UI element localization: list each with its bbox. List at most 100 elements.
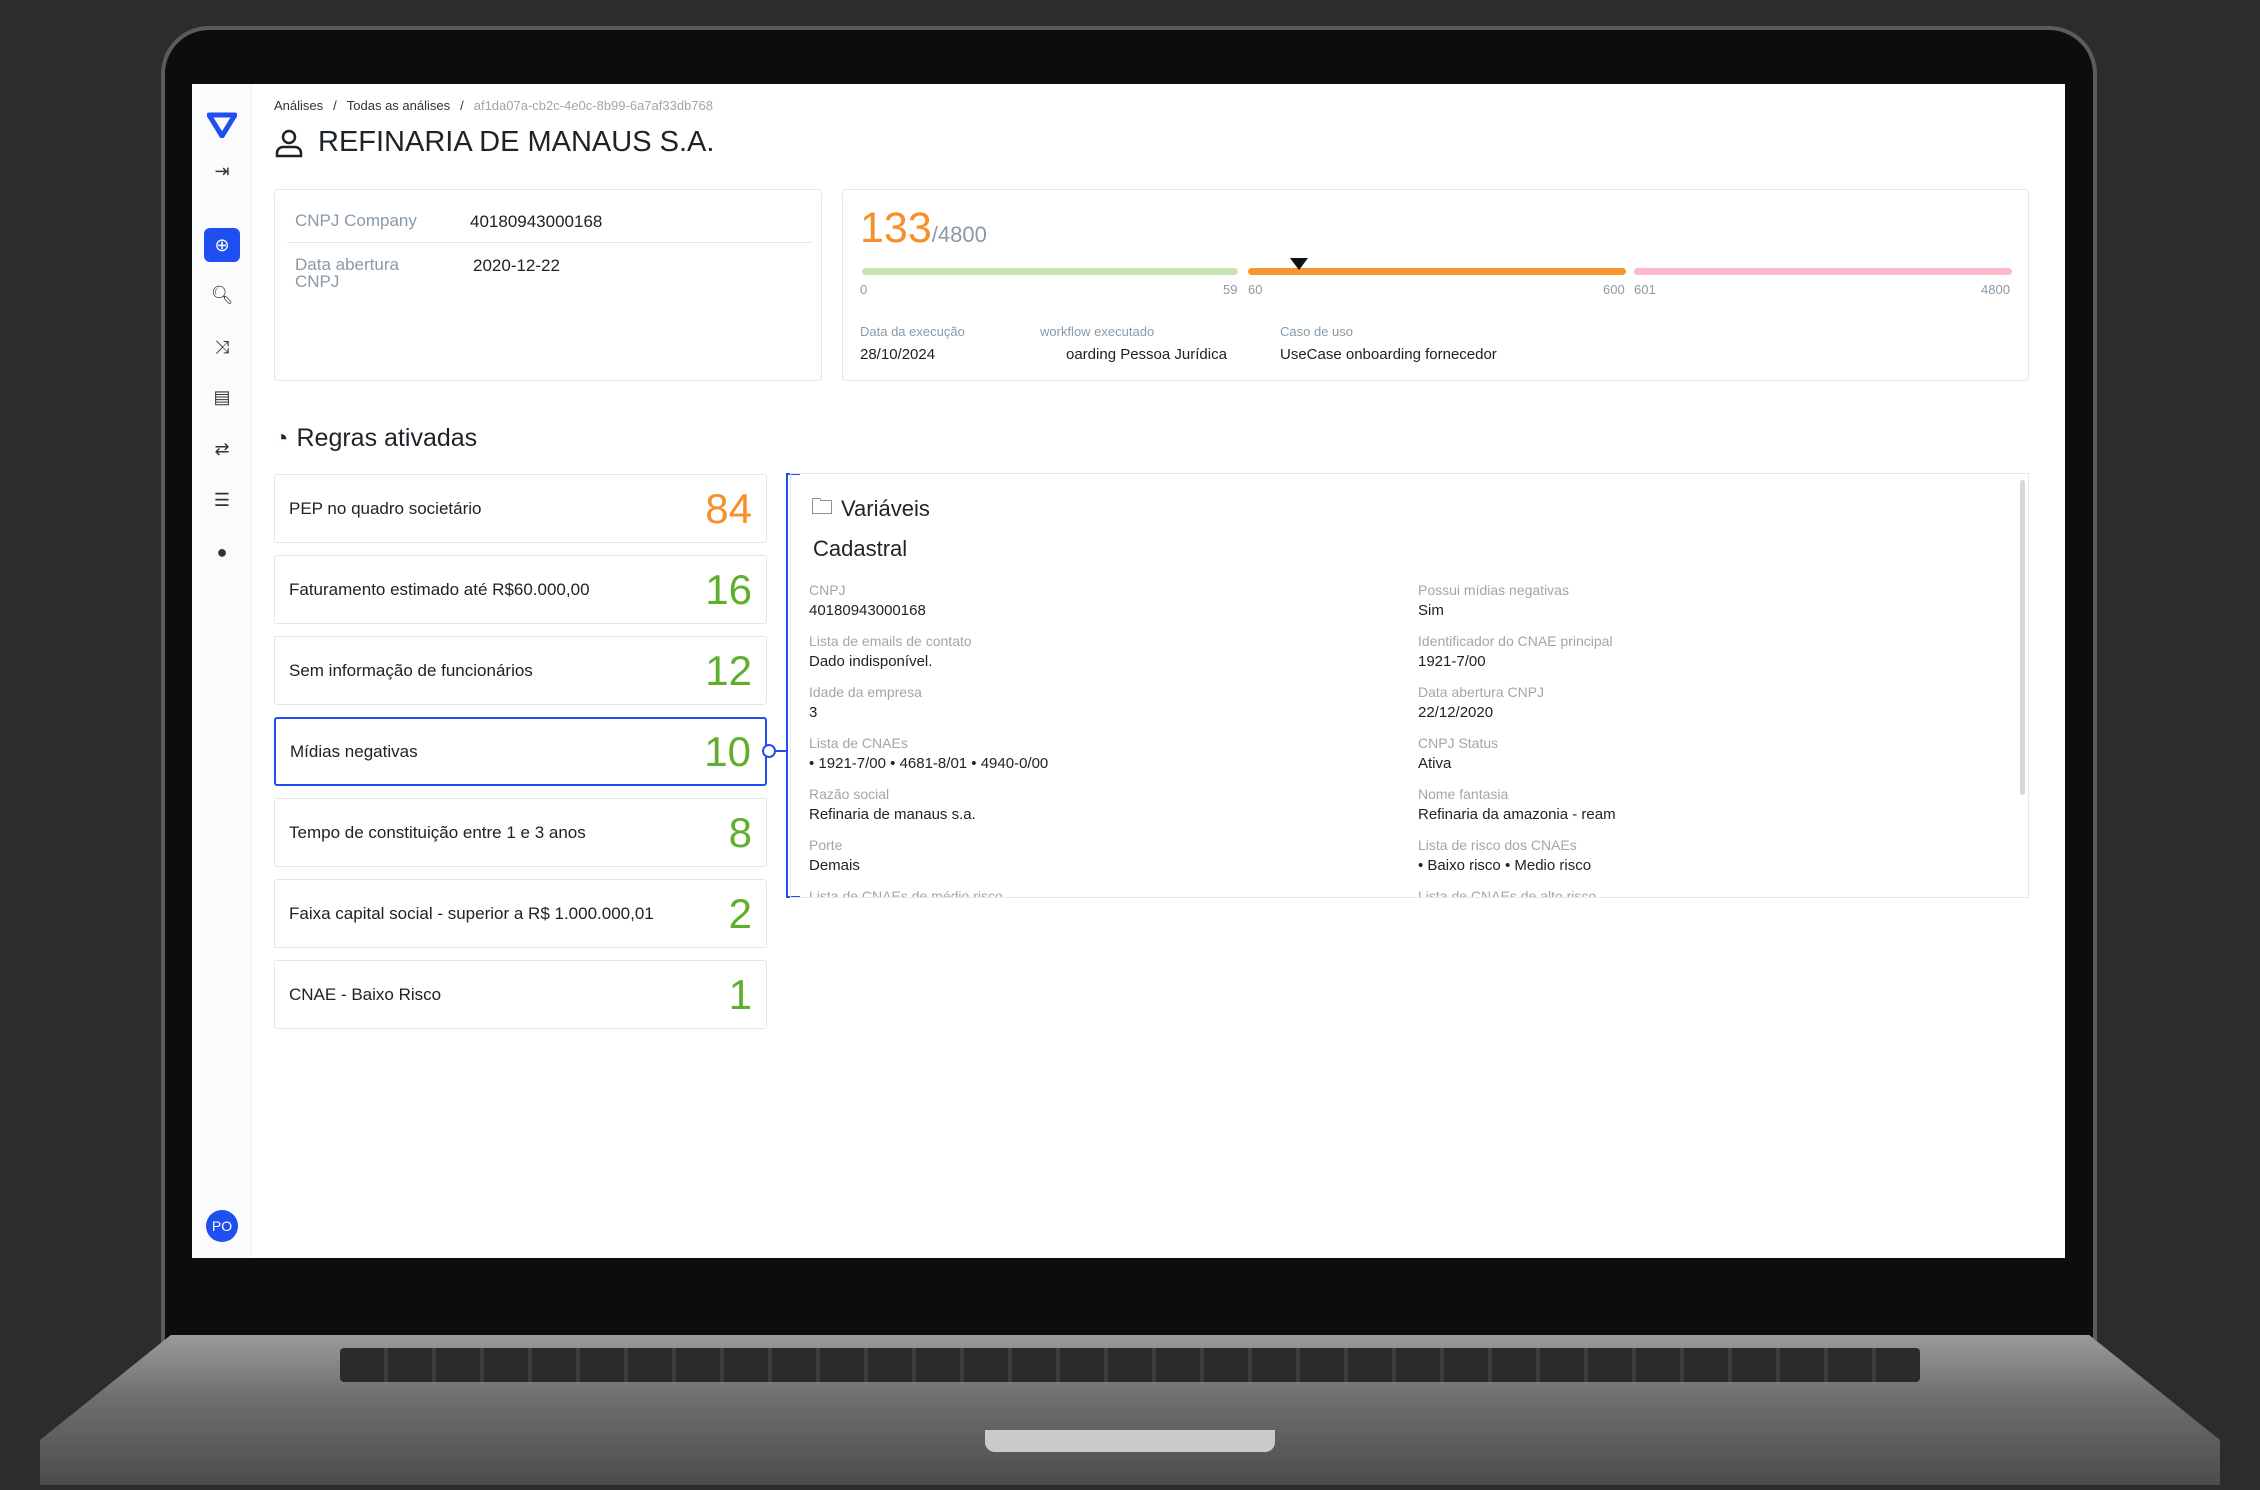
rule-label: Sem informação de funcionários [289,660,533,680]
variable-label: Identificador do CNAE principal [1418,633,1613,649]
variable-value: • Baixo risco • Medio risco [1418,857,1592,874]
settings-icon[interactable]: ● [204,535,240,569]
variable-label: Lista de CNAEs de alto risco [1418,888,1597,898]
connector-line [775,750,787,752]
meta-value: 28/10/2024 [860,346,936,363]
range-bar-high [1634,268,2012,275]
variable-value: Dado indisponível. [809,653,933,670]
shuffle-icon[interactable]: ⤨ [204,330,240,364]
breadcrumb: Análises / Todas as análises / af1da07a-cb… [274,98,713,113]
meta-label: Data da execução [860,324,965,339]
rule-item[interactable]: Faixa capital social - superior a R$ 1.0… [274,879,767,948]
rule-label: Tempo de constituição entre 1 e 3 anos [289,822,586,842]
rule-item[interactable]: Mídias negativas 10 [274,717,767,786]
variables-panel: 🗀 Variáveis Cadastral CNPJ 40180943000168 L… [790,473,2029,898]
rule-label: Faturamento estimado até R$60.000,00 [289,579,590,599]
breadcrumb-todas[interactable]: Todas as análises [347,98,450,113]
cnpj-value: 40180943000168 [470,212,603,231]
score-max: /4800 [931,222,987,247]
rule-score: 12 [705,646,752,694]
users-icon[interactable]: ⇄ [204,432,240,466]
sidebar: ⇥ ⊕ 🔍︎ ⤨ ▤ ⇄ ☰ ● PO [192,84,252,1258]
variables-title: Variáveis [841,496,930,521]
meta-label: Caso de uso [1280,324,1353,339]
rule-item[interactable]: CNAE - Baixo Risco 1 [274,960,767,1029]
rule-label: CNAE - Baixo Risco [289,984,442,1004]
laptop-notch [985,1430,1275,1452]
user-avatar[interactable]: PO [206,1210,238,1242]
variable-value: 40180943000168 [809,602,926,619]
score-marker-icon [1290,258,1309,270]
page-title-text: REFINARIA DE MANAUS S.A. [318,126,715,158]
variable-value: Demais [809,857,860,874]
expand-sidebar-icon[interactable]: ⇥ [204,154,240,188]
variables-heading: 🗀 Variáveis [811,490,930,528]
breadcrumb-separator: / [333,98,337,113]
document-icon[interactable]: ▤ [204,380,240,414]
rule-item[interactable]: Tempo de constituição entre 1 e 3 anos 8 [274,798,767,867]
tick-label: 4800 [1981,282,2010,297]
rule-score: 8 [728,808,752,856]
rule-score: 10 [704,727,751,775]
tick-label: 601 [1634,282,1656,297]
logo-icon[interactable] [204,108,240,142]
page-title: REFINARIA DE MANAUS S.A. [274,126,714,159]
folder-icon: 🗀 [811,494,834,519]
variable-value: Refinaria da amazonia - ream [1418,806,1616,823]
rules-heading: ◔ Regras ativadas [274,424,477,453]
app-screen: ⇥ ⊕ 🔍︎ ⤨ ▤ ⇄ ☰ ● PO Análises / Todas as a… [192,84,2065,1258]
score-value: 133 [860,204,932,252]
rule-label: PEP no quadro societário [289,498,482,518]
variable-value: • 1921-7/00 • 4681-8/01 • 4940-0/00 [809,755,1049,772]
variable-label: Porte [809,837,843,853]
score-card: 133/4800 0 59 60 600 601 4800 Data da ex… [842,189,2029,381]
variable-label: Lista de risco dos CNAEs [1418,837,1577,853]
date-label: Data abertura CNPJ [295,255,399,291]
rule-score: 1 [728,970,752,1018]
tick-label: 60 [1248,282,1263,297]
breadcrumb-current: af1da07a-cb2c-4e0c-8b99-6a7af33db768 [473,98,713,113]
variable-label: Possui mídias negativas [1418,582,1569,598]
variable-value: Sim [1418,602,1444,619]
variable-label: Lista de CNAEs [809,735,908,751]
new-analysis-icon[interactable]: ⊕ [204,228,240,262]
rule-label: Faixa capital social - superior a R$ 1.0… [289,903,654,923]
meta-value: oarding Pessoa Jurídica [1066,346,1227,363]
connector-dot [762,744,776,758]
rule-label: Mídias negativas [290,741,418,761]
meta-value: UseCase onboarding fornecedor [1280,346,1497,363]
keyboard [340,1348,1920,1382]
rule-score: 2 [728,889,752,937]
tick-label: 0 [860,282,868,297]
section-title: Cadastral [813,536,908,561]
divider [287,242,813,243]
scrollbar[interactable] [2020,480,2025,795]
tick-label: 59 [1223,282,1238,297]
variable-label: Idade da empresa [809,684,922,700]
score: 133/4800 [860,204,987,253]
variable-value: 1921-7/00 [1418,653,1486,670]
variable-label: Lista de CNAEs de médio risco [809,888,1003,898]
range-bar-low [862,268,1238,275]
rule-item[interactable]: Sem informação de funcionários 12 [274,636,767,705]
search-document-icon[interactable]: 🔍︎ [204,278,240,312]
variable-value: 22/12/2020 [1418,704,1494,721]
variable-value: Refinaria de manaus s.a. [809,806,976,823]
rule-item[interactable]: PEP no quadro societário 84 [274,474,767,543]
variable-value: 3 [809,704,818,721]
rule-item[interactable]: Faturamento estimado até R$60.000,00 16 [274,555,767,624]
breadcrumb-separator: / [460,98,464,113]
user-icon [275,129,303,157]
rule-score: 84 [705,484,752,532]
variable-label: Nome fantasia [1418,786,1509,802]
company-card: CNPJ Company 40180943000168 Data abertura… [274,189,822,381]
gauge-icon: ◔ [274,424,289,452]
breadcrumb-analises[interactable]: Análises [274,98,323,113]
cnpj-label: CNPJ Company [295,211,417,230]
variable-label: CNPJ Status [1418,735,1499,751]
tick-label: 600 [1603,282,1625,297]
meta-label: workflow executado [1040,324,1155,339]
variable-label: CNPJ [809,582,846,598]
rules-title: Regras ativadas [296,424,478,452]
database-icon[interactable]: ☰ [204,483,240,517]
